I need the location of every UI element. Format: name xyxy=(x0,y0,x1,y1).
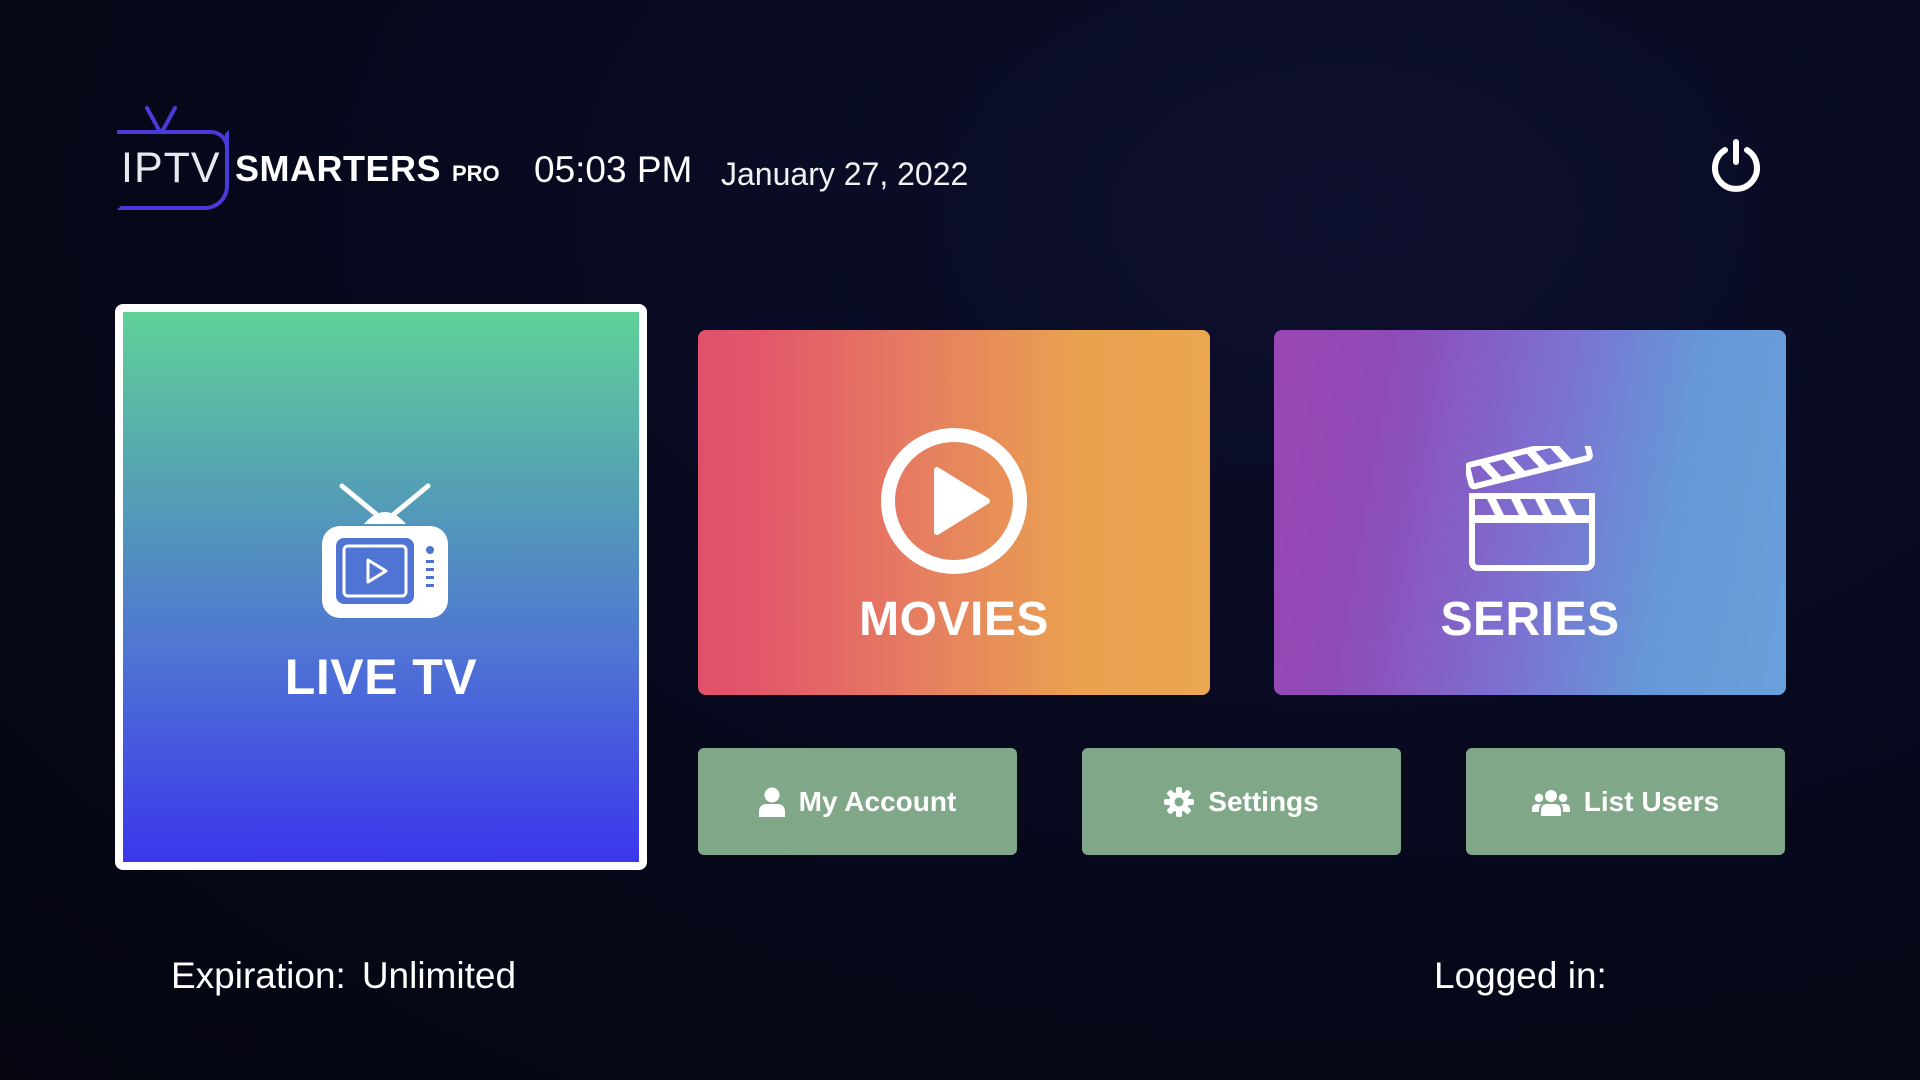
expiration-label: Expiration: xyxy=(171,955,346,996)
movies-label: MOVIES xyxy=(859,593,1049,646)
header: IPTV SMARTERS PRO 05:03 PM January 27, 2… xyxy=(117,104,968,214)
list-users-label: List Users xyxy=(1583,785,1720,817)
app-logo: IPTV SMARTERS PRO xyxy=(117,104,502,214)
expiration-value: Unlimited xyxy=(361,955,517,996)
clapperboard-icon xyxy=(1466,446,1595,571)
power-icon xyxy=(1712,139,1760,192)
expiration-info: Expiration: Unlimited xyxy=(171,955,516,997)
settings-label: Settings xyxy=(1208,785,1319,817)
movies-tile[interactable]: MOVIES xyxy=(698,330,1210,695)
series-tile[interactable]: SERIES xyxy=(1274,330,1786,695)
play-circle-icon xyxy=(881,428,1027,574)
logo-text-smarters: SMARTERS xyxy=(235,148,442,189)
clock-date: January 27, 2022 xyxy=(721,156,969,192)
power-button[interactable] xyxy=(1700,128,1772,200)
logo-text-iptv: IPTV xyxy=(121,144,221,192)
users-icon xyxy=(1531,789,1570,816)
clock-time: 05:03 PM xyxy=(534,149,693,190)
tv-icon xyxy=(322,483,448,618)
gear-icon xyxy=(1164,786,1195,817)
settings-button[interactable]: Settings xyxy=(1082,748,1401,855)
logged-in-label: Logged in: xyxy=(1434,955,1607,996)
list-users-button[interactable]: List Users xyxy=(1466,748,1785,855)
my-account-label: My Account xyxy=(798,785,957,817)
live-tv-label: LIVE TV xyxy=(284,649,478,705)
user-icon xyxy=(758,787,785,817)
logo-text-pro: PRO xyxy=(452,161,500,186)
logged-in-info: Logged in: xyxy=(1434,955,1607,997)
series-label: SERIES xyxy=(1440,593,1620,646)
live-tv-tile[interactable]: LIVE TV xyxy=(115,304,647,870)
my-account-button[interactable]: My Account xyxy=(698,748,1017,855)
